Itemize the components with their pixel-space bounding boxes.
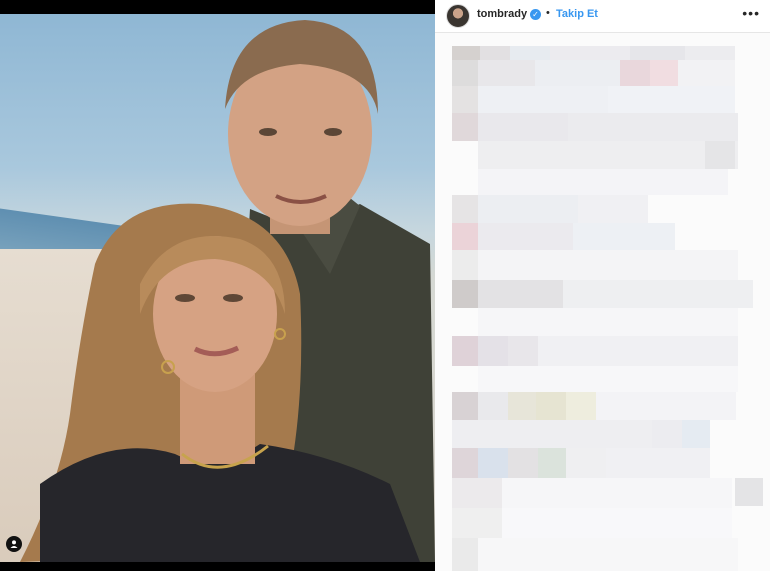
follow-button[interactable]: Takip Et [556, 8, 598, 20]
comments-panel[interactable] [435, 33, 770, 571]
post-header: tombrady ✓ • Takip Et ••• [435, 0, 770, 33]
header-separator: • [546, 7, 550, 19]
more-options-icon[interactable]: ••• [742, 5, 760, 21]
photo-people [20, 20, 435, 562]
user-tag-button[interactable] [6, 536, 22, 552]
post-sidebar: tombrady ✓ • Takip Et ••• [435, 0, 770, 571]
user-tag-icon [10, 540, 18, 548]
pixelated-comments [452, 46, 763, 571]
post-photo[interactable] [0, 14, 435, 562]
verified-badge-icon: ✓ [530, 9, 541, 20]
username-link[interactable]: tombrady [477, 8, 527, 20]
post-photo-pane [0, 0, 435, 571]
avatar[interactable] [446, 4, 470, 28]
